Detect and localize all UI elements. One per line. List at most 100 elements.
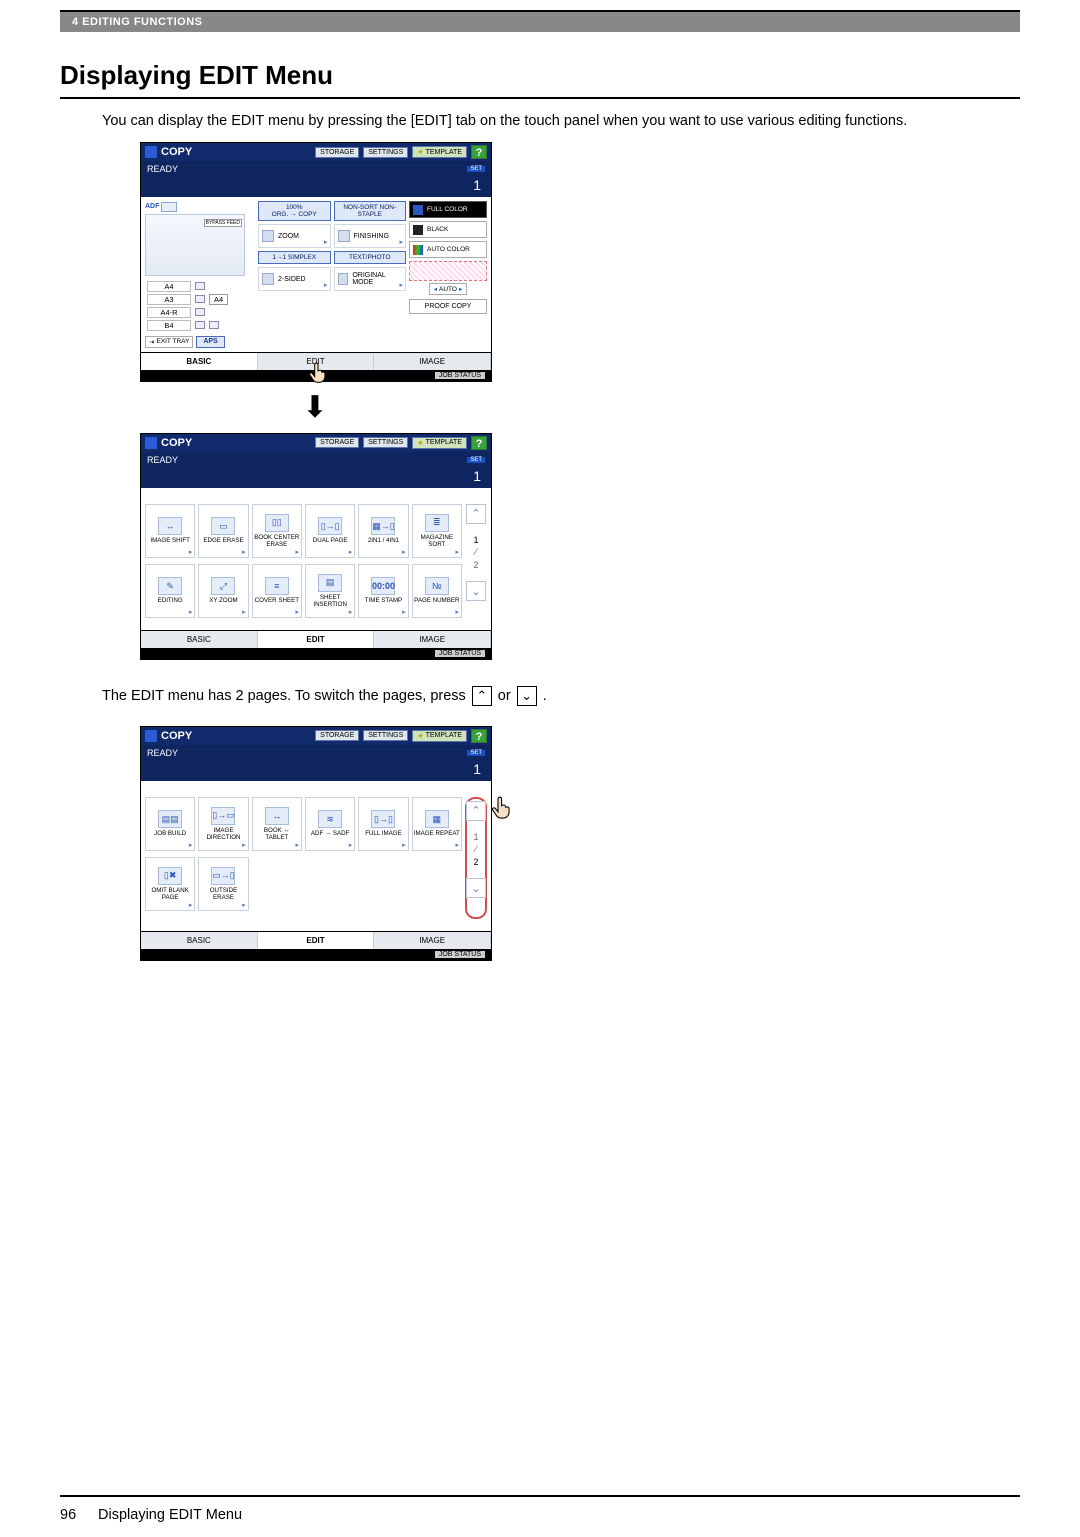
tab-edit[interactable]: EDIT <box>258 932 375 949</box>
timestamp-icon: 00:00 <box>371 577 395 595</box>
page-up-keycap: ⌃ <box>472 686 492 706</box>
chapter-header: 4 EDITING FUNCTIONS <box>60 12 1020 32</box>
app-icon <box>145 146 157 158</box>
storage-button[interactable]: STORAGE <box>315 147 359 158</box>
edit-editing[interactable]: ✎EDITING▸ <box>145 564 195 618</box>
tab-edit[interactable]: EDIT <box>258 631 375 648</box>
edit-2in1-4in1[interactable]: ▦→▯2IN1 / 4IN1▸ <box>358 504 408 558</box>
tab-basic[interactable]: BASIC <box>141 353 258 370</box>
settings-button[interactable]: SETTINGS <box>363 730 408 741</box>
page-number: 96 <box>60 1507 94 1523</box>
tray-list: A4 A3 A4 A4-R B4 <box>145 280 255 332</box>
finishing-button[interactable]: FINISHING▸ <box>334 224 407 248</box>
bypass-label: BYPASS FEED <box>204 219 242 227</box>
edit-full-image[interactable]: ▯→▯FULL IMAGE▸ <box>358 797 408 851</box>
page-switch-note: The EDIT menu has 2 pages. To switch the… <box>102 686 1020 706</box>
edit-magazine-sort[interactable]: ≣MAGAZINE SORT▸ <box>412 504 462 558</box>
edit-image-shift[interactable]: ↔IMAGE SHIFT▸ <box>145 504 195 558</box>
edge-erase-icon: ▭ <box>211 517 235 535</box>
tab-image[interactable]: IMAGE <box>374 353 491 370</box>
storage-button[interactable]: STORAGE <box>315 730 359 741</box>
template-button[interactable]: ★TEMPLATE <box>412 437 467 449</box>
tab-image[interactable]: IMAGE <box>374 631 491 648</box>
magsort-icon: ≣ <box>425 514 449 532</box>
edit-page-number[interactable]: №PAGE NUMBER▸ <box>412 564 462 618</box>
tab-basic[interactable]: BASIC <box>141 631 258 648</box>
book-erase-icon: ▯▯ <box>265 514 289 532</box>
edit-dual-page[interactable]: ▯→▯DUAL PAGE▸ <box>305 504 355 558</box>
jobbuild-icon: ▤▤ <box>158 810 182 828</box>
tray-a4r[interactable]: A4-R <box>147 307 191 318</box>
edit-time-stamp[interactable]: 00:00TIME STAMP▸ <box>358 564 408 618</box>
aps-button[interactable]: APS <box>196 336 224 348</box>
edit-xy-zoom[interactable]: ⤢XY ZOOM▸ <box>198 564 248 618</box>
twosided-button[interactable]: 2-SIDED▸ <box>258 267 331 291</box>
booktablet-icon: ↔ <box>265 807 289 825</box>
touchpanel-basic: COPY STORAGE SETTINGS ★TEMPLATE ? READY … <box>140 142 492 382</box>
edit-edge-erase[interactable]: ▭EDGE ERASE▸ <box>198 504 248 558</box>
black-button[interactable]: BLACK <box>409 221 487 238</box>
adf-icon <box>161 202 177 212</box>
auto-exposure-button[interactable]: ◂AUTO▸ <box>429 283 467 295</box>
bottom-tabs: BASIC EDIT IMAGE <box>141 352 491 370</box>
edit-omit-blank[interactable]: ▯✖OMIT BLANK PAGE▸ <box>145 857 195 911</box>
edit-outside-erase[interactable]: ▭→▯OUTSIDE ERASE▸ <box>198 857 248 911</box>
exit-tray-button[interactable]: ⇥EXIT TRAY <box>145 336 193 348</box>
exposure-strip <box>409 261 487 281</box>
fullimage-icon: ▯→▯ <box>371 810 395 828</box>
tab-basic[interactable]: BASIC <box>141 932 258 949</box>
proof-copy-button[interactable]: PROOF COPY <box>409 299 487 314</box>
edit-job-build[interactable]: ▤▤JOB BUILD▸ <box>145 797 195 851</box>
sheet-ins-icon: ▤ <box>318 574 342 592</box>
black-icon <box>413 225 423 235</box>
origmode-button[interactable]: ORIGINAL MODE▸ <box>334 267 407 291</box>
help-button[interactable]: ? <box>471 145 487 159</box>
page-title: Displaying EDIT Menu <box>60 60 1020 99</box>
set-badge: SET <box>467 166 485 172</box>
edit-sheet-insertion[interactable]: ▤SHEET INSERTION▸ <box>305 564 355 618</box>
template-button[interactable]: ★TEMPLATE <box>412 730 467 742</box>
page-up-button[interactable]: ⌃ <box>466 504 486 524</box>
settings-button[interactable]: SETTINGS <box>363 437 408 448</box>
xyzoom-icon: ⤢ <box>211 577 235 595</box>
page-down-button[interactable]: ⌄ <box>466 581 486 601</box>
tray-a4[interactable]: A4 <box>147 281 191 292</box>
storage-button[interactable]: STORAGE <box>315 437 359 448</box>
tray-b4[interactable]: B4 <box>147 320 191 331</box>
adfsadf-icon: ≋ <box>318 810 342 828</box>
app-title: COPY <box>161 146 192 158</box>
edit-adf-sadf[interactable]: ≋ADF → SADF▸ <box>305 797 355 851</box>
fullcolor-icon <box>413 205 423 215</box>
duplex-icon <box>262 273 274 285</box>
template-button[interactable]: ★TEMPLATE <box>412 146 467 158</box>
imgdir-icon: ▯→▭ <box>211 807 235 825</box>
omitblank-icon: ▯✖ <box>158 867 182 885</box>
edit-image-repeat[interactable]: ▦IMAGE REPEAT▸ <box>412 797 462 851</box>
tab-image[interactable]: IMAGE <box>374 932 491 949</box>
editing-icon: ✎ <box>158 577 182 595</box>
edit-image-direction[interactable]: ▯→▭IMAGE DIRECTION▸ <box>198 797 248 851</box>
tab-edit[interactable]: EDIT <box>258 353 375 370</box>
tray-a3[interactable]: A3 <box>147 294 191 305</box>
edit-book-tablet[interactable]: ↔BOOK ↔ TABLET▸ <box>252 797 302 851</box>
zoom-button[interactable]: ZOOM▸ <box>258 224 331 248</box>
pointer-hand-icon <box>489 795 515 821</box>
zoom-icon <box>262 230 274 242</box>
help-button[interactable]: ? <box>471 729 487 743</box>
autocolor-button[interactable]: AUTO COLOR <box>409 241 487 258</box>
help-button[interactable]: ? <box>471 436 487 450</box>
edit-book-center-erase[interactable]: ▯▯BOOK CENTER ERASE▸ <box>252 504 302 558</box>
origmode-icon <box>338 273 349 285</box>
page-up-button[interactable]: ⌃ <box>466 801 486 821</box>
edit-cover-sheet[interactable]: ≡COVER SHEET▸ <box>252 564 302 618</box>
outerase-icon: ▭→▯ <box>211 867 235 885</box>
copy-counter: 1 <box>141 177 491 197</box>
titlebar: COPY STORAGE SETTINGS ★TEMPLATE ? <box>141 143 491 161</box>
edit-pager: ⌃ 1⁄2 ⌄ <box>465 504 487 618</box>
fullcolor-button[interactable]: FULL COLOR <box>409 201 487 218</box>
autocolor-icon <box>413 245 423 255</box>
printer-illustration: BYPASS FEED <box>145 214 245 276</box>
settings-button[interactable]: SETTINGS <box>363 147 408 158</box>
page-down-button[interactable]: ⌄ <box>466 878 486 898</box>
zoom-pill: 100%ORG. → COPY <box>258 201 331 221</box>
